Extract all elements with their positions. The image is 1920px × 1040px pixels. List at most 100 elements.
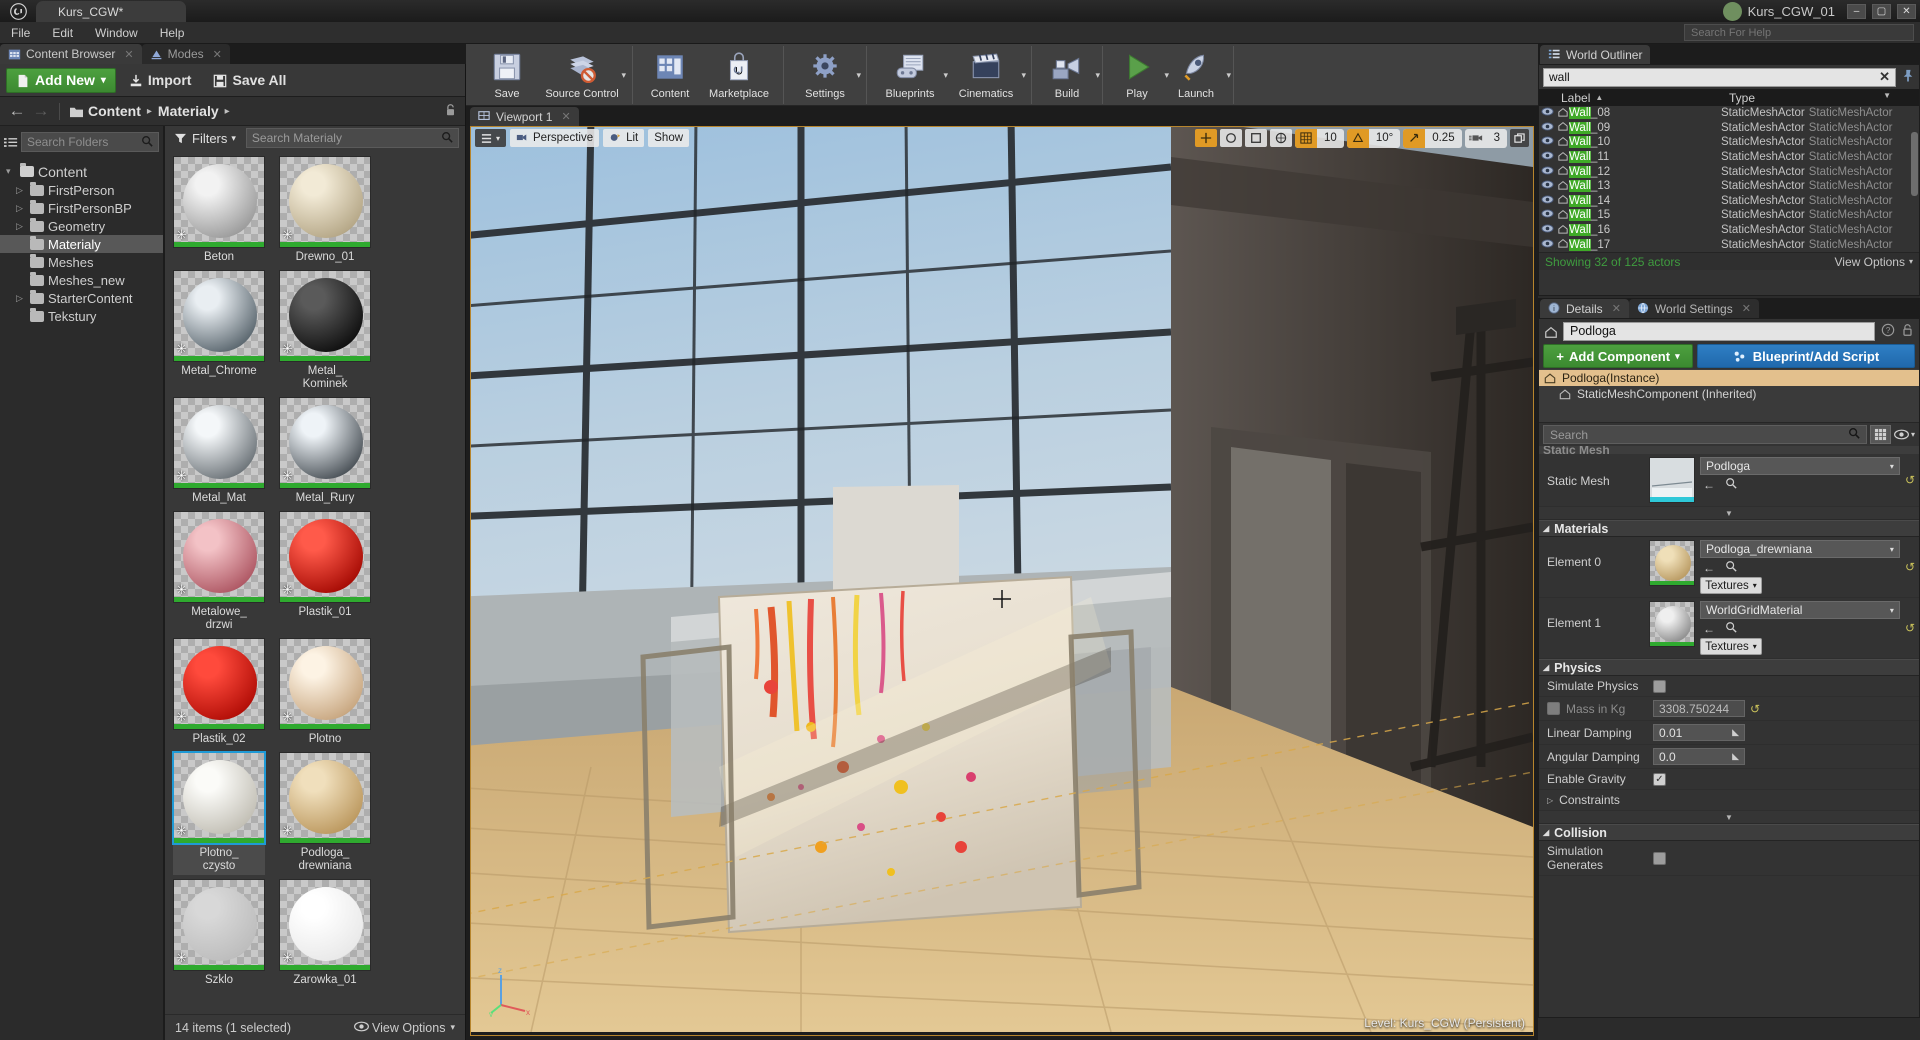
asset-thumbnail[interactable]: ✳ bbox=[279, 511, 371, 603]
material-thumbnail[interactable] bbox=[1649, 601, 1695, 647]
breadcrumb-materialy[interactable]: Materialy bbox=[158, 103, 219, 119]
use-selected-icon[interactable]: ← bbox=[1703, 478, 1715, 492]
reset-icon[interactable]: ↺ bbox=[1905, 560, 1915, 574]
show-button[interactable]: Show bbox=[648, 129, 690, 147]
asset-thumbnail[interactable]: ✳ bbox=[172, 751, 266, 845]
transform-rotate-button[interactable] bbox=[1220, 129, 1243, 147]
twisty-icon[interactable]: ▷ bbox=[16, 185, 26, 196]
browse-icon[interactable] bbox=[1725, 560, 1737, 575]
minimize-button[interactable]: – bbox=[1847, 3, 1866, 19]
transform-scale-button[interactable] bbox=[1245, 129, 1268, 147]
rotation-snap-group[interactable]: 10° bbox=[1346, 128, 1401, 148]
add-new-button[interactable]: Add New ▾ bbox=[6, 67, 116, 93]
close-button[interactable]: ✕ bbox=[1897, 3, 1916, 19]
asset-tile[interactable]: ✳ Plastik_02 bbox=[173, 638, 265, 748]
folder-tree-item-firstperson[interactable]: ▷ FirstPerson bbox=[0, 181, 163, 199]
tab-details[interactable]: i Details ✕ bbox=[1540, 299, 1629, 318]
close-icon[interactable]: ✕ bbox=[1742, 302, 1751, 315]
asset-search-input[interactable]: Search Materialy bbox=[245, 128, 459, 148]
folder-tree-item-meshes[interactable]: Meshes bbox=[0, 253, 163, 271]
visibility-eye-icon[interactable] bbox=[1539, 151, 1556, 163]
twisty-icon[interactable]: ▷ bbox=[16, 203, 26, 214]
tab-content-browser[interactable]: Content Browser ✕ bbox=[0, 44, 142, 64]
scale-snap-group[interactable]: 0.25 bbox=[1403, 128, 1462, 148]
toolbar-launch-button[interactable]: Launch ▾ bbox=[1165, 50, 1231, 100]
textures-button[interactable]: Textures ▾ bbox=[1700, 638, 1762, 655]
back-icon[interactable]: ← bbox=[8, 101, 26, 121]
asset-thumbnail[interactable]: ✳ bbox=[173, 397, 265, 489]
breadcrumb-content[interactable]: Content bbox=[88, 103, 141, 119]
grid-snap-value[interactable]: 10 bbox=[1317, 129, 1344, 148]
asset-tile[interactable]: ✳ Drewno_01 bbox=[279, 156, 371, 266]
menu-window[interactable]: Window bbox=[84, 22, 149, 44]
asset-thumbnail[interactable]: ✳ bbox=[173, 511, 265, 603]
category-physics[interactable]: ◢ Physics bbox=[1539, 659, 1919, 676]
checkbox[interactable] bbox=[1653, 679, 1666, 693]
outliner-row-list[interactable]: Wall_08 StaticMeshActor StaticMeshActor Wal… bbox=[1539, 106, 1919, 252]
outliner-row[interactable]: Wall_13 StaticMeshActor StaticMeshActor bbox=[1539, 179, 1919, 194]
folder-tree-item-materialy[interactable]: Materialy bbox=[0, 235, 163, 253]
checkbox[interactable]: ✓ bbox=[1653, 772, 1666, 786]
coordinate-system-button[interactable] bbox=[1270, 129, 1293, 147]
toolbar-build-button[interactable]: Build ▾ bbox=[1038, 50, 1100, 100]
visibility-eye-icon[interactable] bbox=[1539, 122, 1556, 134]
pin-icon[interactable] bbox=[1900, 69, 1915, 85]
checkbox[interactable] bbox=[1547, 702, 1560, 715]
visibility-eye-icon[interactable] bbox=[1539, 180, 1556, 192]
close-icon[interactable]: ✕ bbox=[561, 110, 570, 123]
use-selected-icon[interactable]: ← bbox=[1703, 561, 1715, 575]
asset-thumbnail[interactable]: ✳ bbox=[279, 156, 371, 248]
asset-tile[interactable]: ✳ Metal_Rury bbox=[279, 397, 371, 507]
filters-button[interactable]: Filters ▾ bbox=[171, 131, 240, 146]
properties-scroll-area[interactable]: Static Mesh Static Mesh Podloga ▾ ← ↺ ▼ … bbox=[1539, 446, 1919, 876]
asset-tile[interactable]: ✳ Plotno bbox=[279, 638, 371, 748]
reset-icon[interactable]: ↺ bbox=[1750, 702, 1760, 716]
project-tab[interactable]: Kurs_CGW* bbox=[36, 1, 186, 22]
component-row-staticmesh[interactable]: StaticMeshComponent (Inherited) bbox=[1539, 386, 1919, 402]
toolbar-content-button[interactable]: Content bbox=[639, 50, 701, 100]
static-mesh-combo[interactable]: Podloga ▾ bbox=[1700, 457, 1900, 475]
asset-thumbnail[interactable]: ✳ bbox=[173, 156, 265, 248]
component-row-instance[interactable]: Podloga(Instance) bbox=[1539, 370, 1919, 386]
asset-tile[interactable]: ✳ Metalowe_ drzwi bbox=[173, 511, 265, 634]
help-icon[interactable]: ? bbox=[1881, 323, 1895, 340]
close-icon[interactable]: ✕ bbox=[124, 48, 133, 61]
rotation-snap-value[interactable]: 10° bbox=[1369, 129, 1400, 148]
add-component-button[interactable]: + Add Component ▾ bbox=[1543, 344, 1693, 368]
clear-icon[interactable]: ✕ bbox=[1879, 69, 1890, 85]
asset-thumbnail[interactable]: ✳ bbox=[279, 752, 371, 844]
value-field[interactable]: 3308.750244 bbox=[1653, 700, 1745, 717]
toolbar-source-control-button[interactable]: Source Control ▾ bbox=[538, 50, 626, 100]
outliner-row[interactable]: Wall_08 StaticMeshActor StaticMeshActor bbox=[1539, 106, 1919, 121]
lock-icon[interactable] bbox=[1901, 323, 1914, 340]
asset-thumbnail[interactable]: ✳ bbox=[173, 879, 265, 971]
scale-snap-value[interactable]: 0.25 bbox=[1425, 129, 1461, 148]
visibility-eye-icon[interactable] bbox=[1539, 166, 1556, 178]
folder-search-input[interactable]: Search Folders bbox=[21, 132, 159, 152]
maximize-button[interactable]: ▢ bbox=[1872, 3, 1891, 19]
outliner-row[interactable]: Wall_17 StaticMeshActor StaticMeshActor bbox=[1539, 237, 1919, 252]
visibility-eye-icon[interactable] bbox=[1539, 209, 1556, 221]
asset-tile[interactable]: ✳ Zarowka_01 bbox=[279, 879, 371, 989]
folder-tree-item-content[interactable]: ▾ Content bbox=[0, 162, 163, 181]
twisty-icon[interactable]: ▾ bbox=[6, 166, 16, 177]
asset-thumbnail[interactable]: ✳ bbox=[279, 270, 371, 362]
close-icon[interactable]: ✕ bbox=[213, 48, 222, 61]
folder-tree-item-tekstury[interactable]: Tekstury bbox=[0, 307, 163, 325]
column-type[interactable]: Type ▼ bbox=[1729, 91, 1919, 105]
outliner-scrollbar[interactable] bbox=[1911, 132, 1918, 196]
transform-move-button[interactable] bbox=[1195, 129, 1218, 147]
textures-button[interactable]: Textures ▾ bbox=[1700, 577, 1762, 594]
outliner-row[interactable]: Wall_10 StaticMeshActor StaticMeshActor bbox=[1539, 135, 1919, 150]
asset-tile[interactable]: ✳ Metal_ Kominek bbox=[279, 270, 371, 393]
ue-account-icon[interactable] bbox=[1722, 1, 1742, 21]
menu-file[interactable]: File bbox=[0, 22, 41, 44]
view-options-button[interactable]: View Options ▾ bbox=[354, 1021, 455, 1035]
asset-tile[interactable]: ✳ Podloga_ drewniana bbox=[279, 752, 371, 875]
outliner-row[interactable]: Wall_15 StaticMeshActor StaticMeshActor bbox=[1539, 208, 1919, 223]
details-grid-view-button[interactable] bbox=[1869, 425, 1891, 444]
static-mesh-thumbnail[interactable] bbox=[1649, 457, 1695, 503]
camera-speed-group[interactable]: 3 bbox=[1464, 128, 1507, 148]
outliner-search-input[interactable]: wall ✕ bbox=[1543, 67, 1896, 87]
tree-toggle-icon[interactable] bbox=[4, 136, 18, 149]
